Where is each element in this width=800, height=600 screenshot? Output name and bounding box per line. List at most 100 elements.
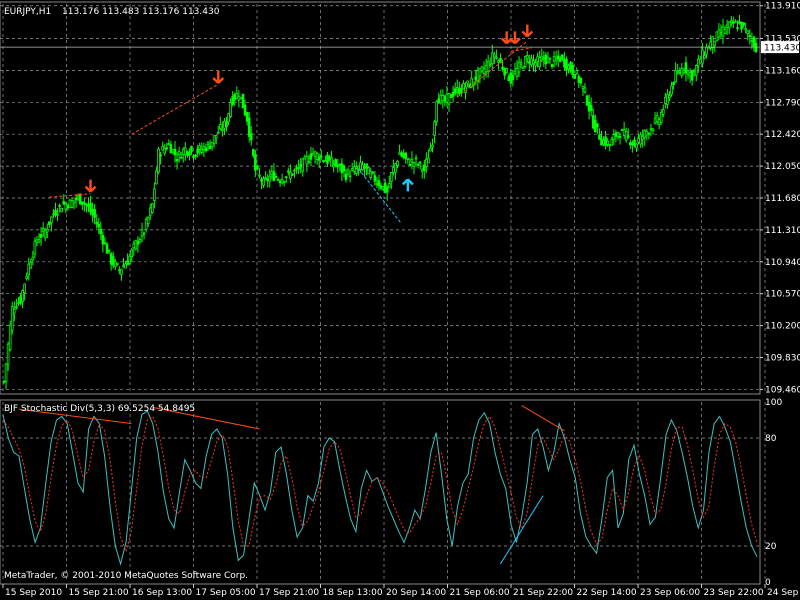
candle-body — [8, 324, 12, 350]
candle-body — [355, 168, 358, 175]
time-tick-label: 23 Sep 22:00 — [704, 588, 764, 598]
candle-body — [251, 149, 255, 156]
candle-body — [422, 164, 426, 172]
candle-body — [365, 163, 368, 169]
candle-body — [445, 93, 449, 103]
candle-body — [725, 24, 729, 28]
candle-body — [495, 56, 498, 59]
candle-body — [593, 119, 597, 133]
candle-body — [175, 158, 179, 162]
candle-body — [462, 82, 465, 90]
price-tick-label: 112.790 — [765, 98, 800, 108]
candle-body — [107, 249, 111, 252]
copyright-label: MetaTrader, © 2001-2010 MetaQuotes Softw… — [4, 571, 248, 581]
candle-body — [458, 87, 461, 95]
candle-body — [408, 163, 412, 166]
candle-body — [727, 21, 731, 29]
candle-body — [124, 263, 127, 269]
candle-body — [25, 276, 28, 279]
candle-body — [291, 173, 294, 176]
candle-body — [738, 21, 741, 24]
candle-body — [237, 96, 241, 101]
candle-body — [146, 216, 150, 225]
candle-body — [19, 296, 22, 304]
candle-body — [655, 115, 659, 122]
candle-body — [245, 112, 249, 122]
candle-body — [736, 27, 739, 30]
candle-body — [198, 145, 202, 150]
candle-body — [68, 199, 72, 208]
candle-body — [484, 65, 488, 73]
candle-body — [138, 239, 142, 243]
candle-body — [400, 152, 403, 157]
candle-body — [303, 156, 307, 160]
candle-body — [87, 204, 90, 207]
candle-body — [132, 243, 136, 249]
candle-body — [688, 72, 692, 77]
candle-body — [643, 130, 647, 138]
candle-body — [324, 160, 327, 163]
candle-body — [740, 21, 743, 30]
candle-body — [509, 72, 513, 84]
candle-body — [717, 29, 721, 38]
candle-body — [455, 87, 459, 90]
candle-body — [490, 52, 494, 65]
candle-body — [155, 170, 158, 185]
candle-body — [60, 207, 63, 213]
candle-body — [2, 380, 6, 383]
candle-body — [4, 363, 8, 382]
candle-body — [181, 149, 185, 155]
candle-body — [142, 232, 146, 235]
candle-body — [453, 88, 457, 94]
candle-body — [344, 173, 348, 181]
candle-body — [517, 61, 521, 73]
candle-body — [225, 121, 228, 127]
candle-body — [301, 158, 305, 172]
candle-body — [76, 195, 80, 199]
candle-body — [433, 121, 436, 136]
candle-body — [563, 58, 566, 68]
candle-body — [486, 60, 490, 72]
candle-body — [196, 148, 199, 154]
candle-body — [439, 94, 443, 104]
candle-body — [626, 135, 630, 138]
candle-body — [633, 139, 636, 146]
candle-body — [480, 66, 484, 72]
candle-body — [169, 144, 173, 154]
candle-body — [163, 147, 167, 154]
candle-body — [184, 147, 187, 156]
candle-body — [427, 157, 430, 164]
candle-body — [567, 65, 570, 69]
candle-body — [72, 200, 76, 204]
candle-body — [56, 213, 59, 216]
candle-body — [113, 261, 117, 267]
candle-body — [256, 165, 259, 170]
candle-body — [478, 68, 482, 77]
candle-body — [282, 180, 286, 183]
price-tick-label: 110.200 — [765, 322, 800, 332]
candle-body — [719, 32, 723, 35]
time-tick-label: 22 Sep 14:00 — [577, 588, 637, 598]
candle-body — [375, 183, 379, 185]
candle-body — [616, 132, 620, 137]
candle-body — [315, 153, 319, 160]
price-tick-label: 113.160 — [765, 66, 800, 76]
candle-body — [659, 112, 663, 123]
current-price-label: 113.430 — [764, 44, 800, 54]
candle-body — [474, 76, 478, 81]
candle-body — [66, 205, 70, 209]
candle-body — [258, 174, 261, 177]
candle-body — [561, 54, 564, 59]
candle-body — [227, 113, 230, 123]
candle-body — [78, 193, 82, 205]
candle-body — [319, 155, 323, 158]
price-and-indicator-chart[interactable]: 113.910113.530113.160112.790112.420112.0… — [0, 0, 800, 600]
candle-body — [289, 171, 292, 179]
candle-body — [41, 228, 45, 232]
candle-body — [680, 68, 684, 76]
candle-body — [254, 154, 257, 171]
candle-body — [116, 262, 119, 265]
candle-body — [548, 57, 552, 60]
candle-body — [579, 77, 583, 84]
candle-body — [363, 166, 366, 169]
